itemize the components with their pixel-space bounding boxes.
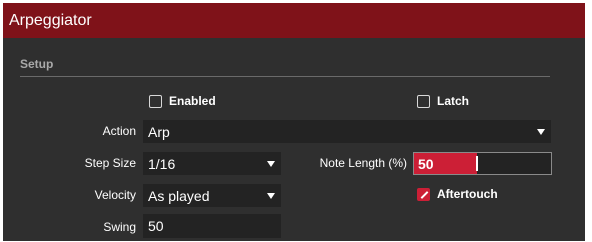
step-size-value: 1/16	[148, 155, 176, 172]
section-title-setup: Setup	[20, 57, 54, 71]
enabled-label: Enabled	[169, 94, 216, 108]
step-size-dropdown[interactable]: 1/16	[143, 152, 281, 175]
action-dropdown[interactable]: Arp	[143, 120, 551, 143]
note-length-label: Note Length (%)	[319, 156, 407, 170]
latch-label: Latch	[437, 94, 470, 108]
swing-label: Swing	[103, 220, 136, 234]
swing-field[interactable]: 50	[143, 214, 281, 238]
action-value: Arp	[148, 123, 170, 140]
window-title-bar: Arpeggiator	[3, 3, 585, 38]
chevron-down-icon	[267, 160, 275, 167]
latch-checkbox-icon[interactable]	[417, 94, 430, 108]
note-length-handle[interactable]	[476, 156, 478, 171]
chevron-down-icon	[537, 128, 545, 135]
velocity-label: Velocity	[94, 188, 136, 202]
section-divider	[20, 76, 550, 77]
aftertouch-checkbox[interactable]: Aftertouch	[417, 187, 498, 201]
enabled-checkbox-icon[interactable]	[149, 94, 162, 108]
swing-value: 50	[148, 218, 164, 234]
note-length-value: 50	[418, 155, 434, 172]
latch-checkbox[interactable]: Latch	[417, 94, 469, 108]
velocity-dropdown[interactable]: As played	[143, 184, 281, 207]
aftertouch-label: Aftertouch	[437, 187, 498, 201]
note-length-slider[interactable]: 50	[413, 152, 552, 175]
enabled-checkbox[interactable]: Enabled	[149, 94, 216, 108]
aftertouch-checkbox-icon[interactable]	[417, 187, 430, 201]
velocity-value: As played	[148, 187, 210, 204]
step-size-label: Step Size	[84, 156, 136, 170]
arpeggiator-window: Arpeggiator Setup Enabled Latch Action A…	[3, 3, 585, 241]
window-title: Arpeggiator	[9, 11, 92, 29]
action-label: Action	[102, 124, 136, 138]
chevron-down-icon	[267, 192, 275, 199]
